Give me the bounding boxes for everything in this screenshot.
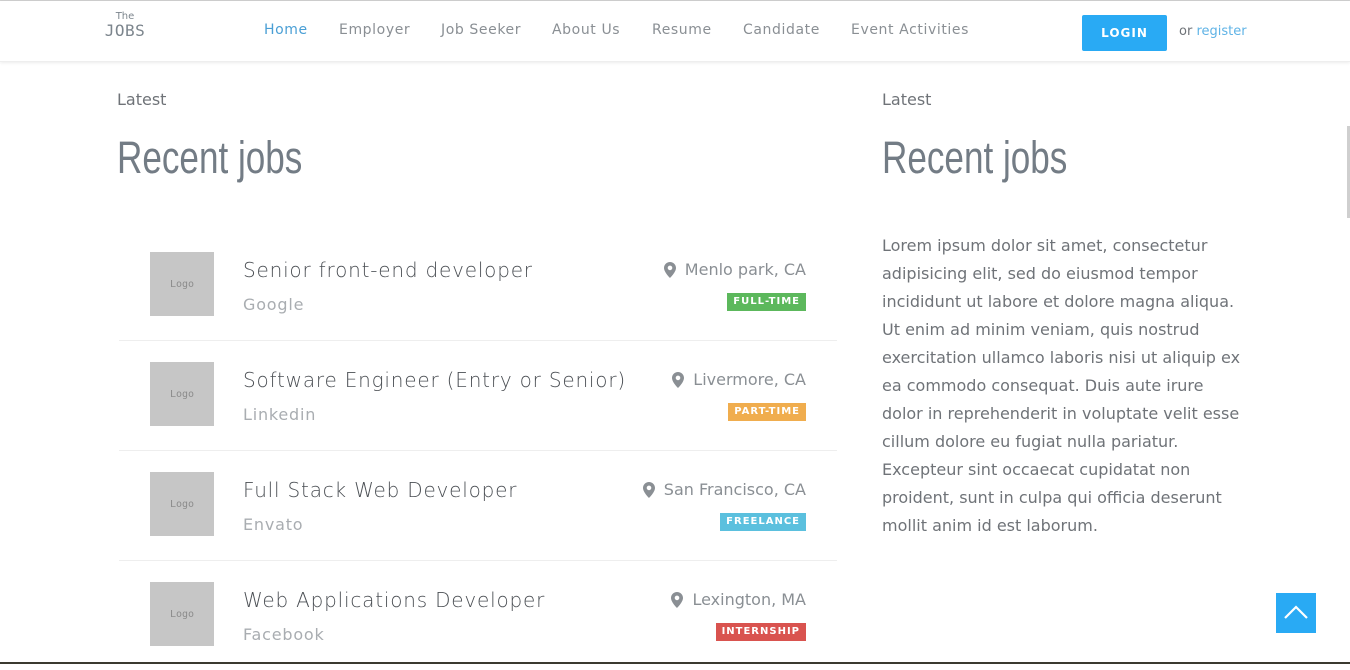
job-title[interactable]: Senior front-end developer [243, 258, 533, 282]
register-prompt: or register [1179, 24, 1247, 39]
nav-resume[interactable]: Resume [652, 22, 712, 38]
company-logo: Logo [150, 582, 214, 646]
job-location: Livermore, CA [672, 370, 806, 389]
scroll-to-top-button[interactable] [1276, 593, 1316, 633]
job-location-text: San Francisco, CA [663, 480, 806, 499]
job-company: Facebook [243, 625, 325, 644]
site-header: The JOBS Home Employer Job Seeker About … [0, 1, 1350, 62]
company-logo: Logo [150, 472, 214, 536]
job-location: Menlo park, CA [663, 260, 806, 279]
left-section-title: Recent jobs [117, 132, 303, 183]
job-item[interactable]: Logo Senior front-end developer Google M… [119, 230, 837, 341]
job-location-text: Livermore, CA [693, 370, 806, 389]
site-logo[interactable]: The JOBS [100, 11, 150, 40]
job-location: San Francisco, CA [642, 480, 806, 499]
map-marker-icon [642, 481, 655, 498]
job-location: Lexington, MA [671, 590, 806, 609]
company-logo: Logo [150, 252, 214, 316]
nav-about-us[interactable]: About Us [552, 22, 620, 38]
job-title[interactable]: Software Engineer (Entry or Senior) [243, 368, 626, 392]
nav-candidate[interactable]: Candidate [743, 22, 820, 38]
map-marker-icon [663, 261, 676, 278]
right-section-title: Recent jobs [882, 132, 1068, 183]
map-marker-icon [672, 371, 685, 388]
right-section-kicker: Latest [882, 90, 932, 109]
job-location-text: Lexington, MA [692, 590, 806, 609]
nav-home[interactable]: Home [264, 22, 308, 38]
job-item[interactable]: Logo Software Engineer (Entry or Senior)… [119, 340, 837, 451]
left-section-kicker: Latest [117, 90, 167, 109]
job-item[interactable]: Logo Full Stack Web Developer Envato San… [119, 450, 837, 561]
company-logo: Logo [150, 362, 214, 426]
job-type-badge: FREELANCE [720, 513, 806, 531]
logo-bottom-text: JOBS [104, 21, 146, 40]
nav-event-activities[interactable]: Event Activities [851, 22, 969, 38]
or-text: or [1179, 24, 1193, 39]
job-title[interactable]: Full Stack Web Developer [243, 478, 517, 502]
nav-employer[interactable]: Employer [339, 22, 410, 38]
job-item[interactable]: Logo Web Applications Developer Facebook… [119, 560, 837, 670]
job-type-badge: INTERNSHIP [715, 623, 806, 641]
job-company: Linkedin [243, 405, 317, 424]
job-company: Envato [243, 515, 304, 534]
login-button[interactable]: LOGIN [1082, 15, 1167, 51]
job-location-text: Menlo park, CA [684, 260, 806, 279]
nav-job-seeker[interactable]: Job Seeker [441, 22, 521, 38]
chevron-up-icon [1284, 605, 1308, 619]
map-marker-icon [671, 591, 684, 608]
job-title[interactable]: Web Applications Developer [243, 588, 545, 612]
job-type-badge: FULL-TIME [727, 293, 806, 311]
job-company: Google [243, 295, 305, 314]
job-type-badge: PART-TIME [728, 403, 806, 421]
register-link[interactable]: register [1196, 24, 1246, 39]
right-section-body: Lorem ipsum dolor sit amet, consectetur … [882, 236, 1241, 535]
